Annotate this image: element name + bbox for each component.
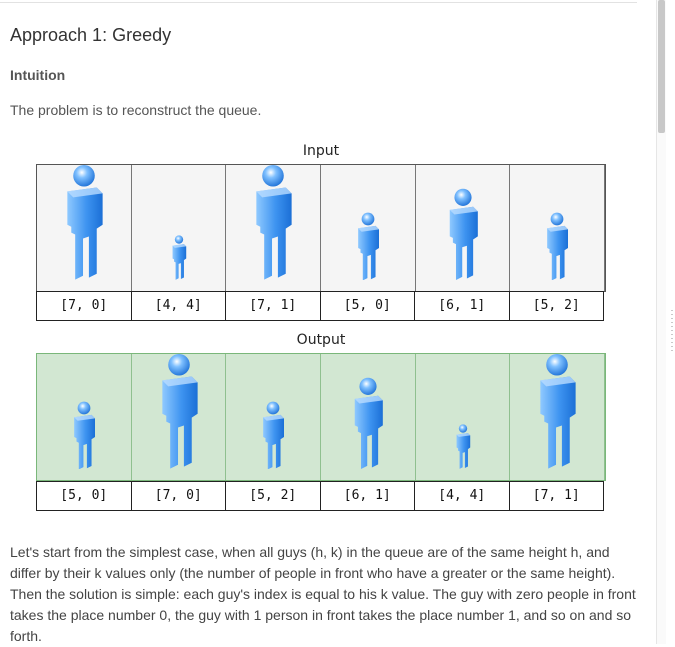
input-people-row — [36, 164, 606, 292]
person-icon — [544, 212, 571, 285]
explanation-paragraph: Let's start from the simplest case, when… — [10, 544, 636, 644]
output-person-label: [6, 1] — [321, 482, 415, 510]
scrollbar-thumb[interactable] — [658, 0, 665, 133]
person-icon — [350, 377, 386, 474]
output-person-cell — [321, 354, 416, 480]
person-icon — [535, 353, 580, 474]
person-icon — [70, 401, 97, 474]
person-icon — [355, 212, 382, 285]
person-icon — [251, 164, 296, 285]
input-person-cell — [510, 165, 606, 291]
input-person-cell — [37, 165, 132, 291]
output-person-cell — [132, 354, 227, 480]
output-person-cell — [416, 354, 511, 480]
person-icon — [170, 235, 187, 285]
input-person-label: [7, 1] — [226, 292, 321, 320]
input-person-label: [5, 2] — [532, 298, 580, 313]
output-caption: Output — [296, 332, 346, 348]
input-person-cell — [226, 164, 322, 291]
output-person-label: [5, 0] — [37, 482, 132, 510]
output-person-cell — [226, 354, 322, 480]
intro-text: The problem is to reconstruct the queue. — [10, 102, 262, 118]
output-person-cell — [37, 354, 132, 480]
input-person-cell — [321, 165, 416, 291]
output-person-label: [4, 4] — [415, 482, 510, 510]
person-icon — [61, 164, 106, 285]
person-icon — [445, 188, 481, 285]
person-icon — [454, 424, 471, 474]
output-people-row — [36, 353, 606, 481]
input-person-label: [7, 0] — [37, 292, 132, 320]
output-person-label: [5, 2] — [226, 482, 321, 510]
input-caption: Input — [302, 143, 340, 159]
resize-handle[interactable] — [671, 310, 673, 352]
section-heading: Approach 1: Greedy — [10, 25, 172, 45]
subheading-intuition: Intuition — [10, 67, 66, 83]
output-person-label: [7, 1] — [532, 488, 580, 503]
input-person-cell — [416, 165, 511, 291]
output-labels-row: [5, 0] [7, 0] [5, 2] [6, 1] [4, 4] [7, 1] — [36, 481, 604, 511]
person-icon — [156, 353, 201, 474]
output-person-label: [7, 0] — [132, 482, 226, 510]
top-divider — [0, 2, 637, 3]
input-person-label: [4, 4] — [132, 292, 226, 320]
input-person-cell — [132, 165, 227, 291]
person-icon — [260, 401, 287, 474]
input-person-label: [5, 0] — [321, 292, 415, 320]
input-person-label: [6, 1] — [415, 292, 510, 320]
output-person-cell — [510, 353, 606, 480]
input-labels-row: [7, 0] [4, 4] [7, 1] [5, 0] [6, 1] [5, 2] — [36, 291, 604, 321]
